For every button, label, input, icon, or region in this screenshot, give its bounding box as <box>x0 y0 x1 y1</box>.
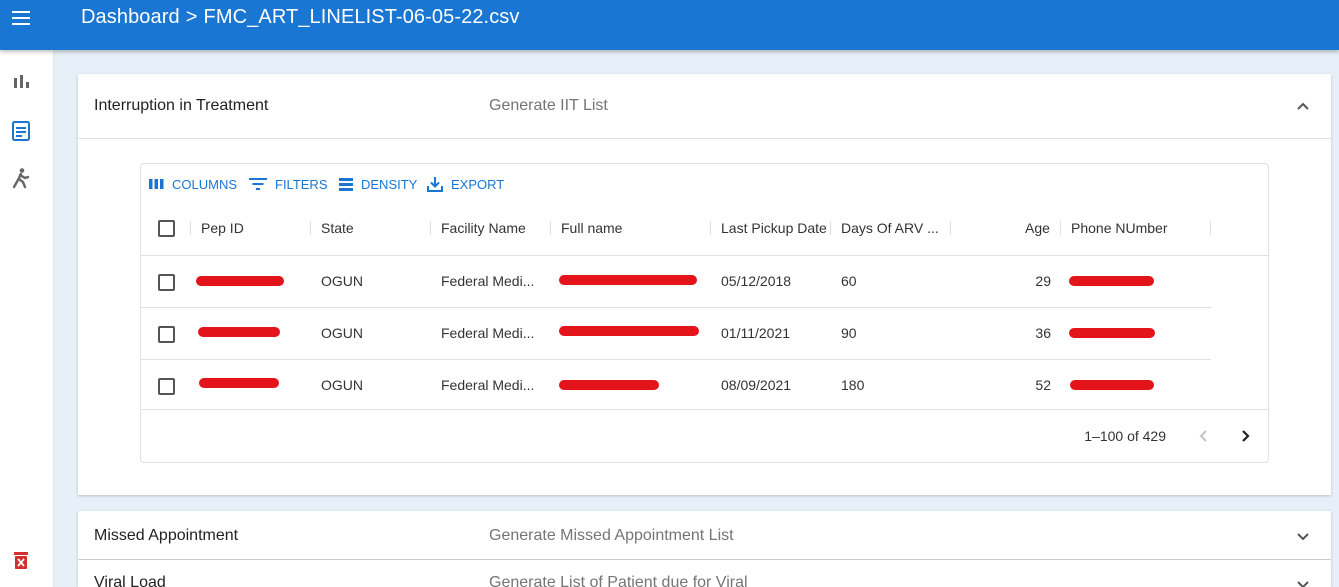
cell-days-arv: 90 <box>841 325 857 341</box>
column-separator <box>1210 221 1211 235</box>
panel-missed-appointment: Missed Appointment Generate Missed Appoi… <box>78 511 1331 559</box>
breadcrumb-file: FMC_ART_LINELIST-06-05-22.csv <box>203 6 520 28</box>
delete-bin-icon[interactable] <box>10 549 32 571</box>
density-label: DENSITY <box>361 176 418 192</box>
pagination-info: 1–100 of 429 <box>1084 428 1166 444</box>
redaction-mark <box>1069 328 1155 338</box>
export-button[interactable]: EXPORT <box>427 174 504 194</box>
panel-title: Missed Appointment <box>94 527 239 544</box>
columns-icon <box>149 179 164 189</box>
columns-button[interactable]: COLUMNS <box>149 174 237 194</box>
column-separator <box>550 221 551 235</box>
chevron-down-icon[interactable] <box>1295 528 1311 544</box>
panel-description: Generate IIT List <box>489 97 608 114</box>
footer-divider <box>141 409 1268 410</box>
redaction-mark <box>199 378 279 388</box>
panel-title: Viral Load <box>94 574 166 587</box>
column-separator <box>710 221 711 235</box>
redaction-mark <box>559 275 697 285</box>
chevron-up-icon[interactable] <box>1295 98 1311 114</box>
cell-age: 52 <box>1035 377 1051 393</box>
panel-description: Generate Missed Appointment List <box>489 527 734 544</box>
column-header-last-pickup-date[interactable]: Last Pickup Date <box>721 220 827 236</box>
cell-age: 29 <box>1035 273 1051 289</box>
column-separator <box>950 221 951 235</box>
filter-icon <box>249 178 267 190</box>
side-drawer <box>0 50 54 587</box>
panel-header-iit[interactable]: Interruption in Treatment Generate IIT L… <box>78 74 1331 138</box>
row-checkbox[interactable] <box>158 274 175 291</box>
column-header-age[interactable]: Age <box>1025 220 1050 236</box>
row-checkbox[interactable] <box>158 378 175 395</box>
redaction-mark <box>198 327 280 337</box>
column-separator <box>430 221 431 235</box>
density-button[interactable]: DENSITY <box>339 174 417 194</box>
select-all-checkbox[interactable] <box>158 220 175 237</box>
cell-last-pickup: 05/12/2018 <box>721 273 792 289</box>
columns-label: COLUMNS <box>172 176 238 192</box>
redaction-mark <box>559 380 659 390</box>
panel-interruption-in-treatment: Interruption in Treatment Generate IIT L… <box>78 74 1331 495</box>
cell-age: 36 <box>1035 325 1051 341</box>
row-divider <box>141 307 1211 308</box>
row-divider <box>141 359 1211 360</box>
data-grid: COLUMNS FILTERS DENSITY EXPORT Pep ID St… <box>140 163 1269 463</box>
column-separator <box>1060 221 1061 235</box>
redaction-mark <box>196 276 284 286</box>
app-bar: Dashboard > FMC_ART_LINELIST-06-05-22.csv <box>0 0 1339 50</box>
menu-icon[interactable] <box>10 8 34 28</box>
redaction-mark <box>559 326 699 336</box>
cell-last-pickup: 08/09/2021 <box>721 377 792 393</box>
breadcrumb-separator: > <box>185 6 198 28</box>
column-separator <box>190 221 191 235</box>
breadcrumb: Dashboard > FMC_ART_LINELIST-06-05-22.csv <box>81 6 520 29</box>
header-divider <box>141 255 1268 256</box>
cell-facility: Federal Medi... <box>441 325 535 341</box>
filters-label: FILTERS <box>275 176 328 192</box>
panel-header-missed-appointment[interactable]: Missed Appointment Generate Missed Appoi… <box>78 511 1331 559</box>
column-header-phone-number[interactable]: Phone NUmber <box>1071 220 1168 236</box>
cell-state: OGUN <box>321 325 363 341</box>
previous-page-icon[interactable] <box>1192 424 1216 448</box>
breadcrumb-dashboard[interactable]: Dashboard <box>81 6 180 28</box>
cell-last-pickup: 01/11/2021 <box>721 325 791 341</box>
panel-viral-load: Viral Load Generate List of Patient due … <box>78 560 1331 587</box>
column-separator <box>310 221 311 235</box>
column-header-days-of-arv[interactable]: Days Of ARV ... <box>841 220 939 236</box>
export-label: EXPORT <box>451 176 505 192</box>
chevron-down-icon[interactable] <box>1295 576 1311 587</box>
cell-state: OGUN <box>321 273 363 289</box>
document-icon[interactable] <box>10 120 32 142</box>
panel-title: Interruption in Treatment <box>94 97 269 114</box>
next-page-icon[interactable] <box>1233 424 1257 448</box>
cell-state: OGUN <box>321 377 363 393</box>
column-separator <box>830 221 831 235</box>
row-checkbox[interactable] <box>158 326 175 343</box>
column-header-state[interactable]: State <box>321 220 354 236</box>
column-header-pep-id[interactable]: Pep ID <box>201 220 244 236</box>
cell-days-arv: 180 <box>841 377 865 393</box>
column-header-full-name[interactable]: Full name <box>561 220 622 236</box>
panel-divider <box>78 138 1331 139</box>
redaction-mark <box>1070 380 1154 390</box>
bar-chart-icon[interactable] <box>10 72 32 94</box>
panel-header-viral-load[interactable]: Viral Load Generate List of Patient due … <box>78 560 1331 587</box>
cell-days-arv: 60 <box>841 273 857 289</box>
column-header-facility-name[interactable]: Facility Name <box>441 220 526 236</box>
download-icon <box>427 176 443 192</box>
density-icon <box>339 177 353 191</box>
cell-facility: Federal Medi... <box>441 273 535 289</box>
walking-person-icon[interactable] <box>10 167 32 189</box>
filters-button[interactable]: FILTERS <box>249 174 328 194</box>
redaction-mark <box>1069 276 1154 286</box>
cell-facility: Federal Medi... <box>441 377 535 393</box>
panel-description: Generate List of Patient due for Viral <box>489 574 748 587</box>
